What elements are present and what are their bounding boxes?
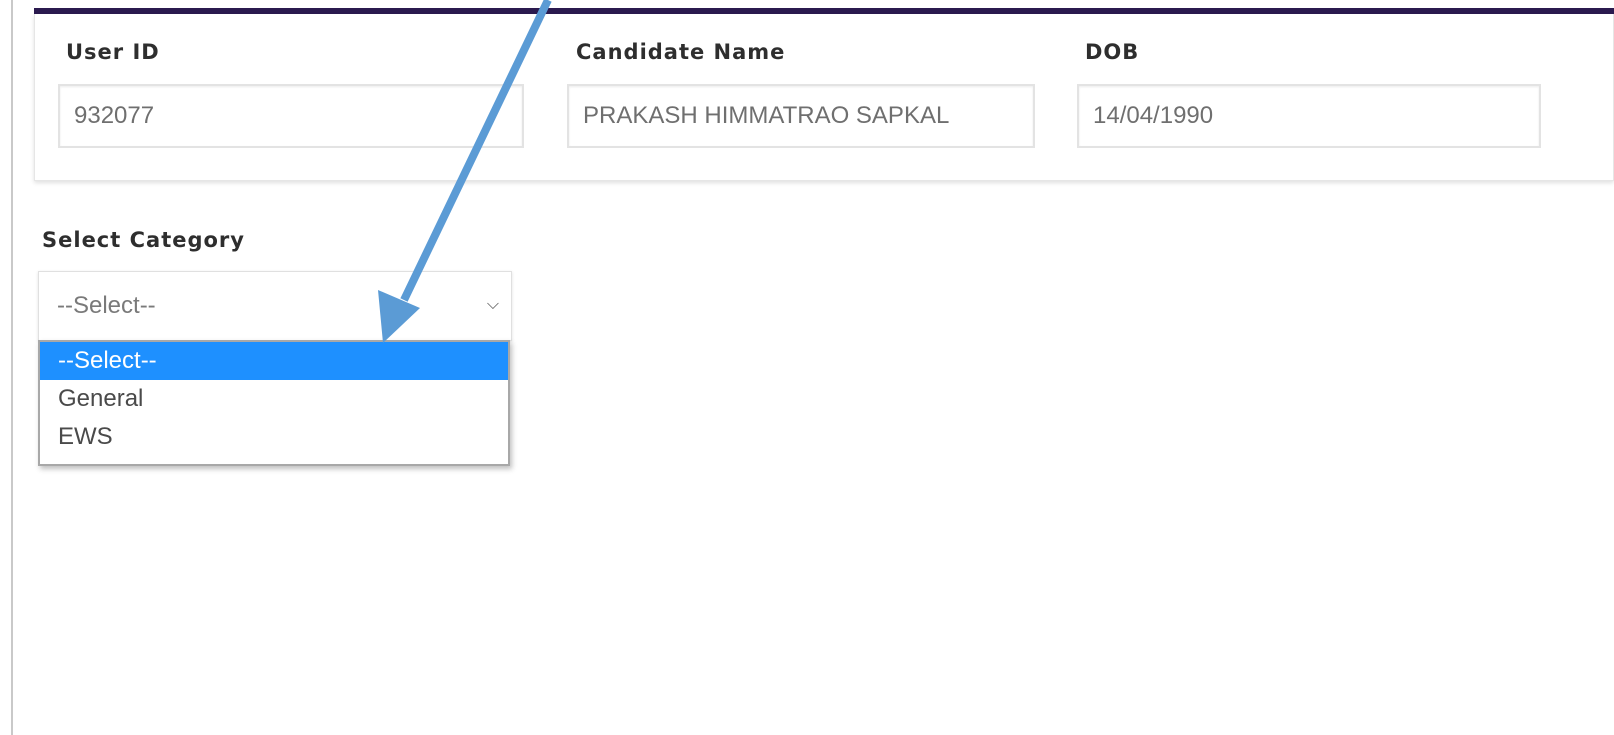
select-category-label: Select Category <box>42 228 245 252</box>
dob-value: 14/04/1990 <box>1093 102 1214 129</box>
user-id-field[interactable]: 932077 <box>58 84 524 148</box>
dropdown-option-general[interactable]: General <box>40 380 508 418</box>
dropdown-option-select[interactable]: --Select-- <box>40 342 508 380</box>
category-select-value: --Select-- <box>57 292 156 319</box>
chevron-down-icon: ⌵ <box>486 296 499 313</box>
candidate-name-value: PRAKASH HIMMATRAO SAPKAL <box>583 102 950 129</box>
category-dropdown-list: --Select-- General EWS <box>38 340 510 466</box>
dob-label: DOB <box>1085 40 1140 64</box>
left-border <box>11 0 13 735</box>
candidate-name-field[interactable]: PRAKASH HIMMATRAO SAPKAL <box>567 84 1035 148</box>
candidate-name-label: Candidate Name <box>576 40 786 64</box>
category-select[interactable]: --Select-- ⌵ <box>38 271 512 341</box>
user-id-value: 932077 <box>74 102 155 129</box>
dob-field[interactable]: 14/04/1990 <box>1077 84 1541 148</box>
dropdown-option-ews[interactable]: EWS <box>40 418 508 456</box>
user-id-label: User ID <box>66 40 160 64</box>
page: User ID 932077 Candidate Name PRAKASH HI… <box>0 0 1614 735</box>
